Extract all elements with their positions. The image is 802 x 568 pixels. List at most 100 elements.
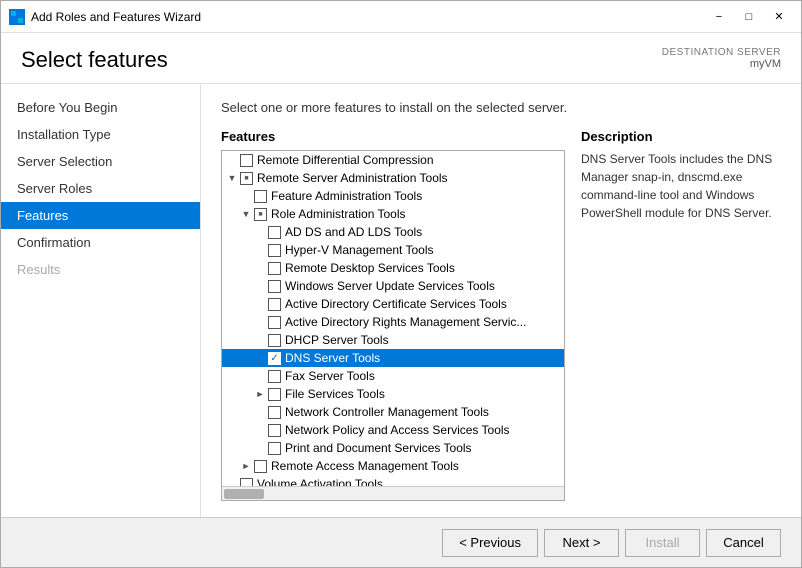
feature-rsat[interactable]: ▼ Remote Server Administration Tools: [222, 169, 564, 187]
main-content: Before You Begin Installation Type Serve…: [1, 84, 801, 517]
checkbox-fs[interactable]: [268, 388, 281, 401]
feature-label-hyper-v: Hyper-V Management Tools: [285, 243, 434, 257]
feature-label-fax: Fax Server Tools: [285, 369, 375, 383]
description-pane: Description DNS Server Tools includes th…: [581, 129, 781, 501]
checkbox-ram[interactable]: [254, 460, 267, 473]
features-list-container: Remote Differential Compression ▼ Remote…: [221, 150, 565, 501]
cancel-button[interactable]: Cancel: [706, 529, 781, 557]
checkbox-vat[interactable]: [240, 478, 253, 487]
feature-adrms[interactable]: Active Directory Rights Management Servi…: [222, 313, 564, 331]
window-controls: − □ ✕: [705, 7, 793, 27]
expand-ram[interactable]: ►: [240, 460, 252, 472]
sidebar-item-results: Results: [1, 256, 200, 283]
feature-label-fs: File Services Tools: [285, 387, 385, 401]
checkbox-adlds[interactable]: [268, 226, 281, 239]
previous-button[interactable]: < Previous: [442, 529, 538, 557]
app-icon: [9, 9, 25, 25]
sidebar-item-server-roles[interactable]: Server Roles: [1, 175, 200, 202]
destination-server: DESTINATION SERVER myVM: [662, 47, 781, 70]
feature-label-rdc: Remote Differential Compression: [257, 153, 434, 167]
content-description: Select one or more features to install o…: [221, 100, 781, 115]
page-title: Select features: [21, 47, 168, 73]
feature-dhcp[interactable]: DHCP Server Tools: [222, 331, 564, 349]
minimize-button[interactable]: −: [705, 7, 733, 27]
feature-label-dns: DNS Server Tools: [285, 351, 380, 365]
feature-label-ncm: Network Controller Management Tools: [285, 405, 489, 419]
checkbox-rdc[interactable]: [240, 154, 253, 167]
expand-fs[interactable]: ►: [254, 388, 266, 400]
feature-wsus[interactable]: Windows Server Update Services Tools: [222, 277, 564, 295]
checkbox-dns[interactable]: [268, 352, 281, 365]
expand-rat[interactable]: ▼: [240, 208, 252, 220]
destination-server-name: myVM: [662, 58, 781, 70]
feature-adcs[interactable]: Active Directory Certificate Services To…: [222, 295, 564, 313]
sidebar-item-confirmation[interactable]: Confirmation: [1, 229, 200, 256]
checkbox-fat[interactable]: [254, 190, 267, 203]
feature-label-npas: Network Policy and Access Services Tools: [285, 423, 510, 437]
feature-label-fat: Feature Administration Tools: [271, 189, 422, 203]
feature-rdc[interactable]: Remote Differential Compression: [222, 151, 564, 169]
features-pane: Features Remote Differential Compression: [221, 129, 565, 501]
description-label: Description: [581, 129, 781, 144]
footer: < Previous Next > Install Cancel: [1, 517, 801, 567]
feature-npas[interactable]: Network Policy and Access Services Tools: [222, 421, 564, 439]
checkbox-wsus[interactable]: [268, 280, 281, 293]
feature-ram[interactable]: ► Remote Access Management Tools: [222, 457, 564, 475]
description-text: DNS Server Tools includes the DNS Manage…: [581, 150, 781, 222]
checkbox-adrms[interactable]: [268, 316, 281, 329]
feature-label-ram: Remote Access Management Tools: [271, 459, 459, 473]
feature-label-rdst: Remote Desktop Services Tools: [285, 261, 455, 275]
sidebar-item-installation-type[interactable]: Installation Type: [1, 121, 200, 148]
feature-fat[interactable]: Feature Administration Tools: [222, 187, 564, 205]
checkbox-pads[interactable]: [268, 442, 281, 455]
sidebar-item-features[interactable]: Features: [1, 202, 200, 229]
sidebar: Before You Begin Installation Type Serve…: [1, 84, 201, 517]
feature-pads[interactable]: Print and Document Services Tools: [222, 439, 564, 457]
install-button[interactable]: Install: [625, 529, 700, 557]
feature-label-dhcp: DHCP Server Tools: [285, 333, 389, 347]
checkbox-rsat[interactable]: [240, 172, 253, 185]
destination-label: DESTINATION SERVER: [662, 47, 781, 58]
title-bar: Add Roles and Features Wizard − □ ✕: [1, 1, 801, 33]
feature-label-wsus: Windows Server Update Services Tools: [285, 279, 495, 293]
feature-adlds[interactable]: AD DS and AD LDS Tools: [222, 223, 564, 241]
checkbox-npas[interactable]: [268, 424, 281, 437]
feature-fs[interactable]: ► File Services Tools: [222, 385, 564, 403]
next-button[interactable]: Next >: [544, 529, 619, 557]
features-label: Features: [221, 129, 565, 144]
two-pane: Features Remote Differential Compression: [221, 129, 781, 501]
scrollbar-h-thumb[interactable]: [224, 489, 264, 499]
sidebar-item-before-you-begin[interactable]: Before You Begin: [1, 94, 200, 121]
content-area: Select one or more features to install o…: [201, 84, 801, 517]
checkbox-fax[interactable]: [268, 370, 281, 383]
feature-rat[interactable]: ▼ Role Administration Tools: [222, 205, 564, 223]
checkbox-rdst[interactable]: [268, 262, 281, 275]
checkbox-ncm[interactable]: [268, 406, 281, 419]
page-header: Select features DESTINATION SERVER myVM: [1, 33, 801, 84]
feature-hyper-v[interactable]: Hyper-V Management Tools: [222, 241, 564, 259]
expand-rsat[interactable]: ▼: [226, 172, 238, 184]
feature-label-vat: Volume Activation Tools: [257, 477, 383, 486]
feature-label-rat: Role Administration Tools: [271, 207, 406, 221]
feature-label-adrms: Active Directory Rights Management Servi…: [285, 315, 526, 329]
maximize-button[interactable]: □: [735, 7, 763, 27]
checkbox-dhcp[interactable]: [268, 334, 281, 347]
feature-label-pads: Print and Document Services Tools: [285, 441, 472, 455]
features-scroll[interactable]: Remote Differential Compression ▼ Remote…: [222, 151, 564, 486]
feature-label-rsat: Remote Server Administration Tools: [257, 171, 448, 185]
window-title: Add Roles and Features Wizard: [31, 10, 699, 24]
checkbox-adcs[interactable]: [268, 298, 281, 311]
feature-label-adlds: AD DS and AD LDS Tools: [285, 225, 422, 239]
sidebar-item-server-selection[interactable]: Server Selection: [1, 148, 200, 175]
feature-vat[interactable]: Volume Activation Tools: [222, 475, 564, 486]
feature-dns[interactable]: DNS Server Tools: [222, 349, 564, 367]
feature-fax[interactable]: Fax Server Tools: [222, 367, 564, 385]
checkbox-rat[interactable]: [254, 208, 267, 221]
window: Add Roles and Features Wizard − □ ✕ Sele…: [0, 0, 802, 568]
close-button[interactable]: ✕: [765, 7, 793, 27]
horizontal-scrollbar[interactable]: [222, 486, 564, 500]
feature-rdst[interactable]: Remote Desktop Services Tools: [222, 259, 564, 277]
feature-label-adcs: Active Directory Certificate Services To…: [285, 297, 507, 311]
feature-ncm[interactable]: Network Controller Management Tools: [222, 403, 564, 421]
checkbox-hyper-v[interactable]: [268, 244, 281, 257]
